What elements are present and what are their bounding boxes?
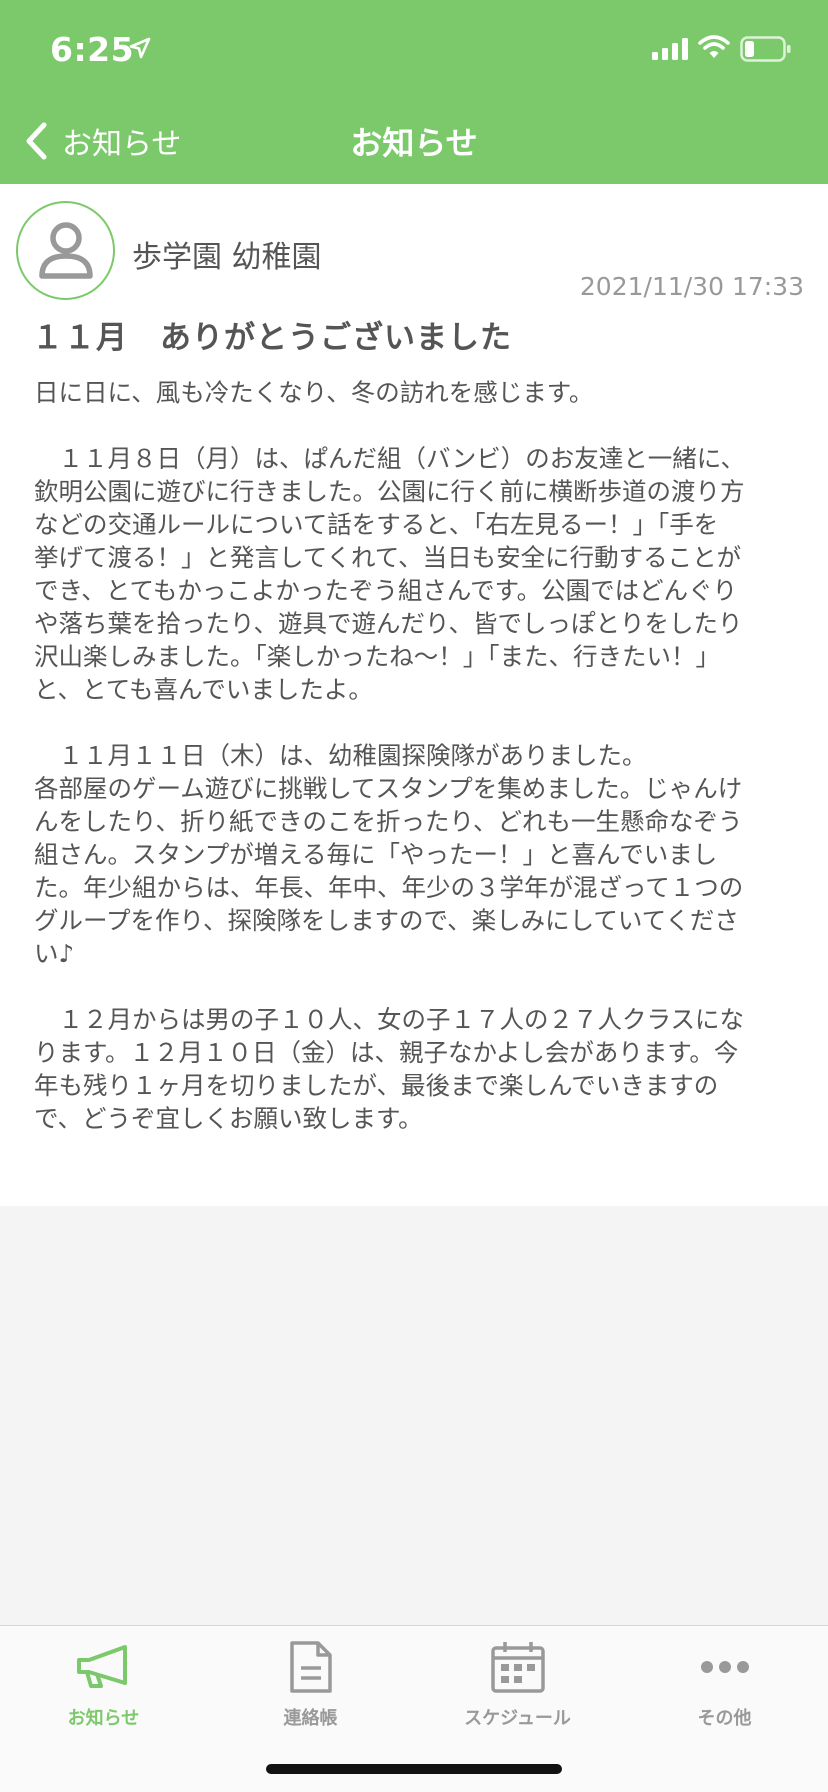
post-body-line: 挙げて渡る！」と発言してくれて、当日も安全に行動することが xyxy=(34,543,742,572)
post-body: 日に日に、風も冷たくなり、冬の訪れを感じます。 １１月８日（月）は、ぱんだ組（バ… xyxy=(34,376,800,1135)
navigation-bar: お知らせ お知らせ xyxy=(0,96,828,184)
post-body-line: 各部屋のゲーム遊びに挑戦してスタンプを集めました。じゃんけ xyxy=(34,774,743,803)
status-time: 6:25 xyxy=(50,30,135,69)
location-arrow-icon xyxy=(129,37,151,59)
post-body-line: 組さん。スタンプが増える毎に「やったー！」と喜んでいまし xyxy=(34,840,718,869)
user-icon xyxy=(38,221,93,279)
post-body-line: 沢山楽しみました。「楽しかったね～！」「また、行きたい！」 xyxy=(34,642,720,671)
sender-name: 歩学園 幼稚園 xyxy=(132,240,322,275)
tab-label: スケジュール xyxy=(464,1708,571,1729)
post-body-line: い♪ xyxy=(34,939,75,968)
calendar-icon xyxy=(490,1642,545,1693)
post-body-line: 年も残り１ヶ月を切りましたが、最後まで楽しんでいきますの xyxy=(34,1071,719,1100)
more-icon xyxy=(700,1661,749,1673)
battery-icon xyxy=(740,36,791,62)
wifi-icon xyxy=(698,35,730,58)
post-body-line: と、とても喜んでいましたよ。 xyxy=(34,675,373,704)
post-body-line: １２月からは男の子１０人、女の子１７人の２７人クラスにな xyxy=(34,1005,745,1034)
app-header: 6:25 お知らせ お知らせ xyxy=(0,0,828,184)
post-body-line xyxy=(34,409,800,442)
post-body-line: などの交通ルールについて話をすると、「右左見るー！」「手を xyxy=(34,510,719,539)
home-indicator xyxy=(266,1764,562,1774)
post-body-line: １１月１１日（木）は、幼稚園探険隊がありました。 xyxy=(34,741,647,770)
tab-label: お知らせ xyxy=(67,1708,140,1729)
document-icon xyxy=(289,1641,332,1693)
page-title: お知らせ xyxy=(350,124,478,162)
post-body-line: で、どうぞ宜しくお願い致します。 xyxy=(34,1104,423,1133)
post-body-line: んをしたり、折り紙できのこを折ったり、どれも一生懸命なぞう xyxy=(34,807,743,836)
post-body-line: た。年少組からは、年長、年中、年少の３学年が混ざって１つの xyxy=(34,873,744,902)
status-bar: 6:25 xyxy=(0,0,828,96)
post-body-line: や落ち葉を拾ったり、遊具で遊んだり、皆でしっぽとりをしたり xyxy=(34,609,743,638)
post-body-line: グループを作り、探険隊をしますので、楽しみにしていてくださ xyxy=(34,906,739,935)
post-body-line: 日に日に、風も冷たくなり、冬の訪れを感じます。 xyxy=(34,378,594,407)
tab-contact-book[interactable]: 連絡帳 xyxy=(207,1626,414,1736)
notice-detail: 歩学園 幼稚園 2021/11/30 17:33 １１月 ありがとうございました… xyxy=(0,184,828,1206)
cellular-signal-icon xyxy=(652,38,688,60)
sender-avatar xyxy=(16,201,115,300)
post-body-line: 欽明公園に遊びに行きました。公園に行く前に横断歩道の渡り方 xyxy=(34,477,745,506)
megaphone-icon xyxy=(76,1645,127,1688)
tab-label: その他 xyxy=(697,1708,752,1729)
tab-label: 連絡帳 xyxy=(283,1708,338,1729)
tab-schedule[interactable]: スケジュール xyxy=(414,1626,621,1736)
post-body-line: １１月８日（月）は、ぱんだ組（バンビ）のお友達と一緒に、 xyxy=(34,444,745,473)
post-body-line xyxy=(34,970,800,1003)
post-body-line xyxy=(34,706,800,739)
post-body-line: でき、とてもかっこよかったぞう組さんです。公園ではどんぐり xyxy=(34,576,738,605)
tab-notices[interactable]: お知らせ xyxy=(0,1626,207,1736)
post-title: １１月 ありがとうございました xyxy=(32,320,512,356)
tab-other[interactable]: その他 xyxy=(621,1626,828,1736)
post-body-line: ります。１２月１０日（金）は、親子なかよし会があります。今 xyxy=(34,1038,739,1067)
post-timestamp: 2021/11/30 17:33 xyxy=(579,272,804,301)
